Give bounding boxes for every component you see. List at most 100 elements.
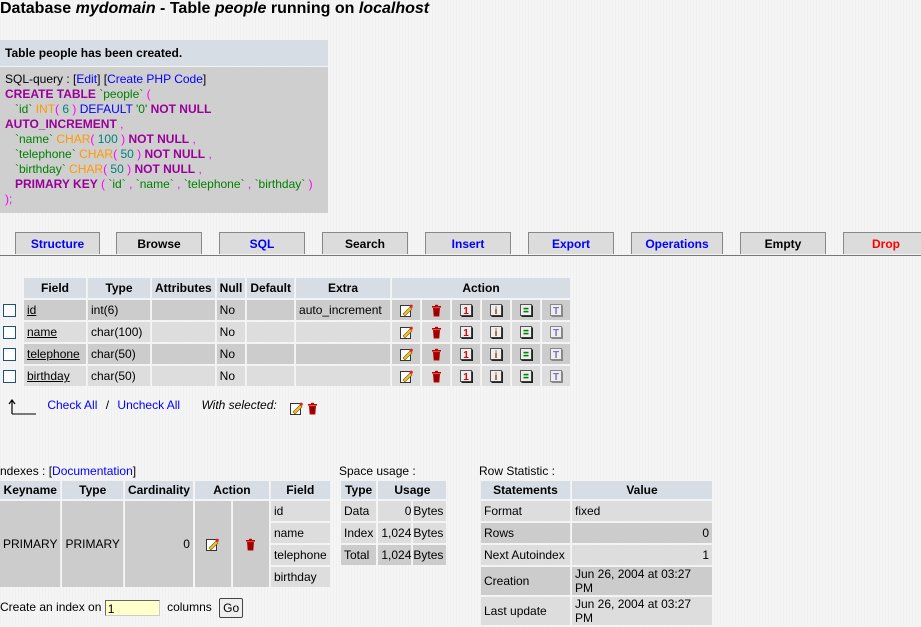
field-attributes [152,344,215,364]
field-null: No [216,344,246,364]
edit-selected-icon[interactable] [290,402,303,415]
drop-icon[interactable] [430,348,443,361]
tab-operations[interactable]: Operations [631,232,723,254]
field-null: No [216,300,246,320]
create-php-code-link[interactable]: Create PHP Code [107,72,203,86]
unique-icon[interactable] [520,348,533,361]
host-name: localhost [358,0,430,17]
field-default [247,300,295,320]
index-icon[interactable] [490,326,503,339]
field-name-link[interactable]: birthday [27,369,70,383]
table-row: name char(100) No [2,322,571,342]
check-all-link[interactable]: Check All [47,398,97,412]
index-cardinality: 0 [124,501,193,587]
primary-icon[interactable] [460,304,473,317]
field-name-link[interactable]: telephone [27,347,80,361]
index-field: birthday [270,567,330,587]
edit-icon[interactable] [400,370,413,383]
table-row: telephone char(50) No [2,344,571,364]
edit-query-link[interactable]: Edit [76,72,97,86]
sql-line: PRIMARY KEY ( `id` , `name` , `telephone… [15,177,313,191]
tab-browse[interactable]: Browse [116,232,202,254]
tab-empty[interactable]: Empty [740,232,826,254]
col-index-action: Action [194,481,269,499]
tab-bar: Structure Browse SQL Search Insert Expor… [0,232,921,256]
col-type: Type [88,278,150,298]
fulltext-icon[interactable] [550,304,563,317]
drop-selected-icon[interactable] [306,402,319,415]
fulltext-icon[interactable] [550,348,563,361]
row-checkbox[interactable] [3,326,16,340]
unique-icon[interactable] [520,304,533,317]
field-type: int(6) [88,300,150,320]
table-row: birthday char(50) No [2,366,571,386]
drop-icon[interactable] [430,370,443,383]
sql-query-label: SQL-query : [5,72,74,86]
edit-icon[interactable] [400,326,413,339]
sql-message-box: Table people has been created. SQL-query… [0,40,328,213]
primary-icon[interactable] [460,326,473,339]
table-row: id int(6) No auto_increment [2,300,571,320]
col-field: Field [24,278,86,298]
tab-search[interactable]: Search [322,232,408,254]
index-icon[interactable] [490,304,503,317]
field-name-link[interactable]: id [27,303,36,317]
with-selected-label: With selected: [201,398,277,412]
field-name-link[interactable]: name [27,325,57,339]
row-checkbox[interactable] [3,348,16,362]
field-extra [296,344,391,364]
indexes-label: ndexes : [Documentation] [0,464,137,478]
index-field: telephone [270,545,330,565]
indexes-table: Keyname Type Cardinality Action Field PR… [0,479,332,589]
create-index-form: Create an index on 1 columns Go [0,598,244,618]
col-default: Default [247,278,295,298]
tab-export[interactable]: Export [528,232,614,254]
field-default [247,322,295,342]
field-type: char(50) [88,344,150,364]
col-space-type: Type [341,481,377,499]
drop-index-icon[interactable] [244,538,257,551]
unique-icon[interactable] [520,370,533,383]
col-cardinality: Cardinality [124,481,193,499]
row-checkbox[interactable] [3,370,16,384]
edit-icon[interactable] [400,304,413,317]
field-type: char(100) [88,322,150,342]
primary-icon[interactable] [460,370,473,383]
unique-icon[interactable] [520,326,533,339]
row-checkbox[interactable] [3,304,16,318]
space-usage-label: Space usage : [339,464,416,478]
field-extra [296,322,391,342]
edit-icon[interactable] [400,348,413,361]
index-keyname: PRIMARY [0,501,61,587]
row-statistic-label: Row Statistic : [479,464,556,478]
tab-sql[interactable]: SQL [219,232,305,254]
field-attributes [152,322,215,342]
primary-icon[interactable] [460,348,473,361]
tab-drop[interactable]: Drop [843,232,921,254]
drop-icon[interactable] [430,304,443,317]
documentation-link[interactable]: Documentation [52,464,133,478]
index-columns-input[interactable]: 1 [104,600,160,616]
sql-query-box: SQL-query : [Edit] [Create PHP Code] CRE… [0,67,328,213]
field-null: No [216,322,246,342]
col-value: Value [572,481,712,499]
field-default [247,366,295,386]
uncheck-all-link[interactable]: Uncheck All [117,398,180,412]
sql-line: `birthday` CHAR( 50 ) NOT NULL , [15,162,202,176]
col-index-field: Field [270,481,330,499]
col-attributes: Attributes [152,278,215,298]
drop-icon[interactable] [430,326,443,339]
go-button[interactable]: Go [219,598,244,618]
field-type: char(50) [88,366,150,386]
fulltext-icon[interactable] [550,370,563,383]
sql-line: `telephone` CHAR( 50 ) NOT NULL , [15,147,212,161]
edit-index-icon[interactable] [206,538,219,551]
tab-structure[interactable]: Structure [15,232,100,254]
index-field: name [270,523,330,543]
index-icon[interactable] [490,370,503,383]
fields-table: Field Type Attributes Null Default Extra… [0,276,572,388]
index-icon[interactable] [490,348,503,361]
fulltext-icon[interactable] [550,326,563,339]
arrow-up-icon [8,399,36,415]
tab-insert[interactable]: Insert [425,232,511,254]
